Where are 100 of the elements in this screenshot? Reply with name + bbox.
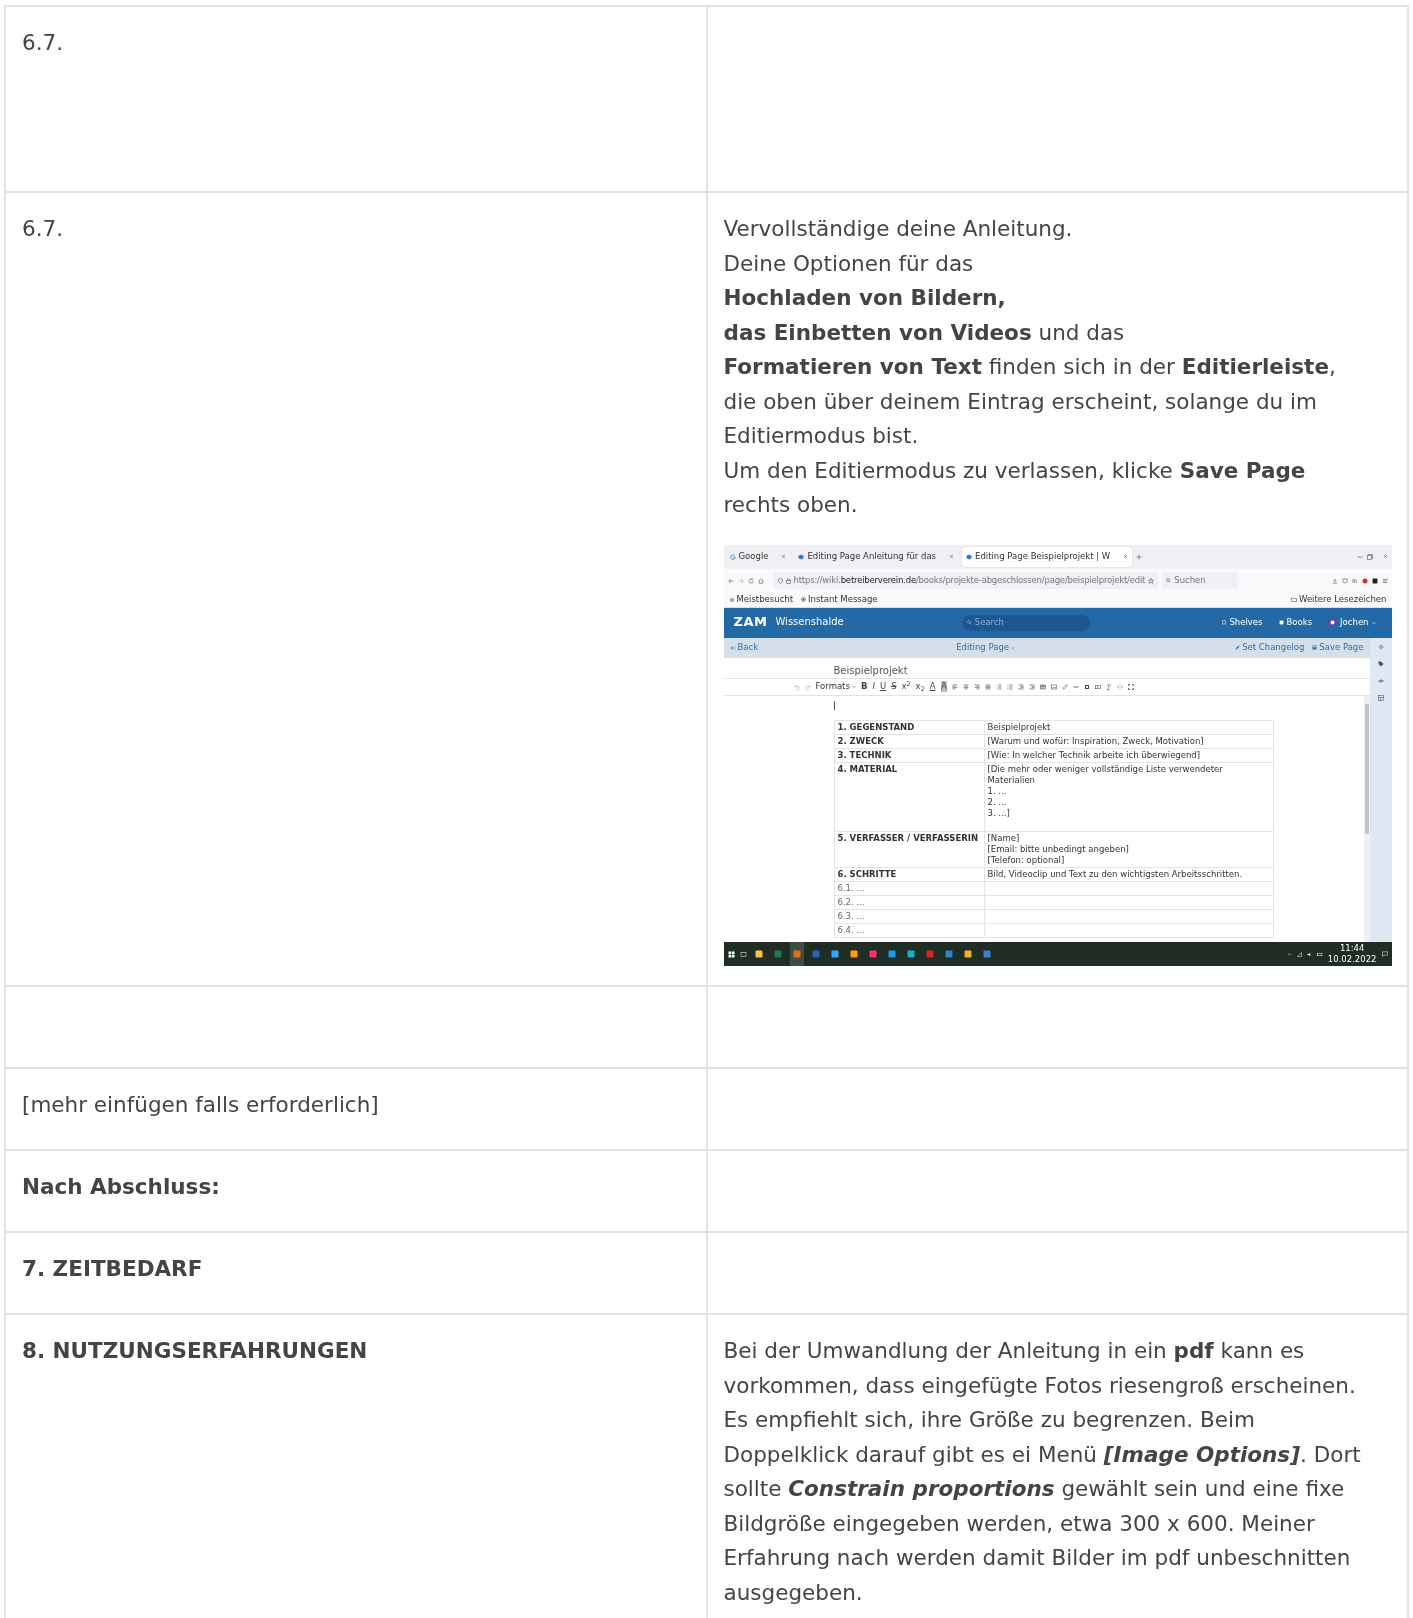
extension-icon[interactable] [1371, 577, 1378, 584]
letter-g-icon [729, 553, 736, 560]
toolbar-button[interactable]: S [891, 681, 897, 692]
table-cell: 6.2. ... [834, 895, 984, 910]
bookmark-folder[interactable]: Weitere Lesezeichen [1291, 594, 1387, 605]
justify-icon[interactable] [985, 683, 992, 690]
bullet-list-icon[interactable] [996, 683, 1003, 690]
search-field[interactable]: Suchen [1162, 572, 1239, 589]
lock-icon [785, 577, 791, 584]
table-cell: [Wie: In welcher Technik arbeite ich überwiegend] [984, 748, 1273, 763]
bookmark-link[interactable]: Instant Message [801, 594, 878, 605]
star-icon[interactable] [1148, 577, 1155, 584]
formats-dropdown[interactable]: Formats [815, 681, 856, 692]
bookmark-icon [1222, 620, 1227, 625]
clear-format-icon[interactable] [1106, 683, 1113, 690]
redo-icon[interactable] [804, 683, 811, 690]
close-icon[interactable] [949, 554, 955, 559]
close-icon[interactable] [1123, 554, 1129, 559]
align-center-icon[interactable] [963, 683, 970, 690]
nav-link[interactable]: Books [1278, 617, 1313, 628]
close-icon[interactable] [1382, 554, 1388, 559]
caret-icon [1011, 645, 1016, 650]
task-view-icon[interactable] [739, 950, 747, 958]
table-icon[interactable] [1040, 683, 1047, 690]
notification-icon[interactable] [1381, 951, 1388, 958]
outdent-icon[interactable] [1018, 683, 1025, 690]
save-link[interactable]: Save Page [1312, 642, 1364, 653]
gear-icon[interactable] [728, 596, 735, 603]
cell-text: Vervollständige deine Anleitung. [723, 215, 1074, 243]
cell-text: 6.7. [22, 29, 65, 57]
table-cell: 2. ZWECK [834, 734, 984, 749]
cell-text: 7. ZEITBEDARF [22, 1255, 204, 1284]
toolbar-button[interactable]: A [940, 681, 948, 692]
toolbar-button[interactable]: x$_{2}$ [915, 681, 925, 692]
plus-icon[interactable] [1136, 553, 1143, 560]
numbered-list-icon[interactable] [1007, 683, 1014, 690]
page-status[interactable]: Editing Page [956, 642, 1016, 653]
cell-text: 8. NUTZUNGSERFAHRUNGEN [22, 1337, 369, 1366]
table-cell: 6. SCHRITTE [834, 867, 984, 882]
embed-icon[interactable] [1084, 683, 1091, 690]
eye-icon[interactable] [1377, 677, 1384, 684]
home-icon[interactable] [757, 577, 764, 584]
search-field[interactable]: Search [961, 614, 1090, 631]
taskbar-button[interactable] [789, 942, 804, 967]
nav-link[interactable]: Shelves [1222, 617, 1263, 628]
network-icon[interactable] [1296, 951, 1302, 957]
chevron-up-icon[interactable] [1286, 951, 1292, 957]
cell-text: Bei der Umwandlung der Anleitung in ein pdf kann es vorkommen, dass eingefügte Fotos riesengroß erscheinen. Es empfiehlt sich, ihre Größe zu begrenzen. Beim Doppelklick darauf gibt es ei Menü [Image Options]. Dort sollte Constrain proportions gewählt sein und eine fixe Bildgröße eingegeben werden, etwa 300 x 600. Meiner Erfahrung nach werden damit Bilder im pdf unbeschnitten ausgegeben. [723, 1337, 1362, 1607]
pencil-icon [1235, 645, 1241, 650]
close-icon[interactable] [781, 554, 787, 559]
table-cell: [Name] [Email: bitte unbedingt angeben] [Telefon: optional] [984, 831, 1273, 868]
link-icon[interactable] [1062, 683, 1069, 690]
toolbar-button[interactable]: U [879, 681, 887, 692]
address-field[interactable]: https://wiki.betreiberverein.de/books/projekte-abgeschlossen/page/beispielprojekt/edit [773, 572, 1159, 589]
search-input[interactable]: Search [974, 617, 1025, 628]
reload-icon[interactable] [747, 577, 754, 584]
horizontal-rule-icon[interactable] [1073, 683, 1080, 690]
image-icon[interactable] [1051, 683, 1058, 690]
back-link[interactable]: Back [729, 642, 759, 653]
library-icon[interactable] [1351, 577, 1358, 584]
tag-icon[interactable] [1377, 660, 1384, 667]
back-arrow-icon[interactable] [729, 644, 736, 651]
toolbar-button[interactable]: I [872, 681, 875, 692]
toolbar-button[interactable]: x$^{2}$ [901, 681, 911, 692]
pocket-icon[interactable] [1341, 577, 1348, 584]
undo-icon[interactable] [793, 683, 800, 690]
media-icon[interactable] [1095, 683, 1102, 690]
folder-icon [1291, 597, 1297, 602]
windows-logo-icon[interactable] [727, 950, 735, 958]
back-arrow-icon[interactable] [727, 577, 734, 584]
table-cell: 5. VERFASSER / VERFASSERIN [834, 831, 984, 868]
indent-icon[interactable] [1029, 683, 1036, 690]
changelog-link[interactable]: Set Changelog [1235, 642, 1305, 653]
gear-icon[interactable] [1377, 643, 1384, 650]
fullscreen-icon[interactable] [1128, 683, 1135, 690]
search-input[interactable]: Suchen [1174, 575, 1225, 586]
speaker-icon[interactable] [1306, 951, 1312, 957]
cube-icon [798, 553, 805, 560]
caret-icon [1371, 620, 1376, 625]
browser-tab[interactable]: Google [725, 546, 791, 567]
table-cell: 6.4. ... [834, 923, 984, 938]
toolbar-button[interactable]: A [929, 681, 936, 692]
browser-tab[interactable]: Editing Page Anleitung für das [794, 546, 959, 567]
code-icon[interactable] [1117, 683, 1124, 690]
bookmark-link[interactable]: Meistbesucht [728, 594, 794, 605]
battery-icon[interactable] [1316, 951, 1323, 957]
user-menu[interactable]: Jochen [1328, 617, 1376, 628]
shield-icon [777, 577, 783, 584]
align-left-icon[interactable] [952, 683, 959, 690]
browser-tab[interactable]: Editing Page Beispielprojekt | W [962, 546, 1133, 567]
forward-arrow-icon[interactable] [737, 577, 744, 584]
logo-text[interactable]: ZAM [733, 615, 768, 630]
toolbar-button[interactable]: B [860, 681, 868, 692]
template-icon[interactable] [1377, 694, 1384, 701]
menu-icon[interactable] [1381, 577, 1388, 584]
download-icon[interactable] [1331, 577, 1338, 584]
clock-date: 10.02.2022 [1327, 954, 1377, 966]
stop-sign-icon[interactable] [1361, 577, 1368, 584]
align-right-icon[interactable] [974, 683, 981, 690]
restore-icon[interactable] [1366, 553, 1373, 560]
